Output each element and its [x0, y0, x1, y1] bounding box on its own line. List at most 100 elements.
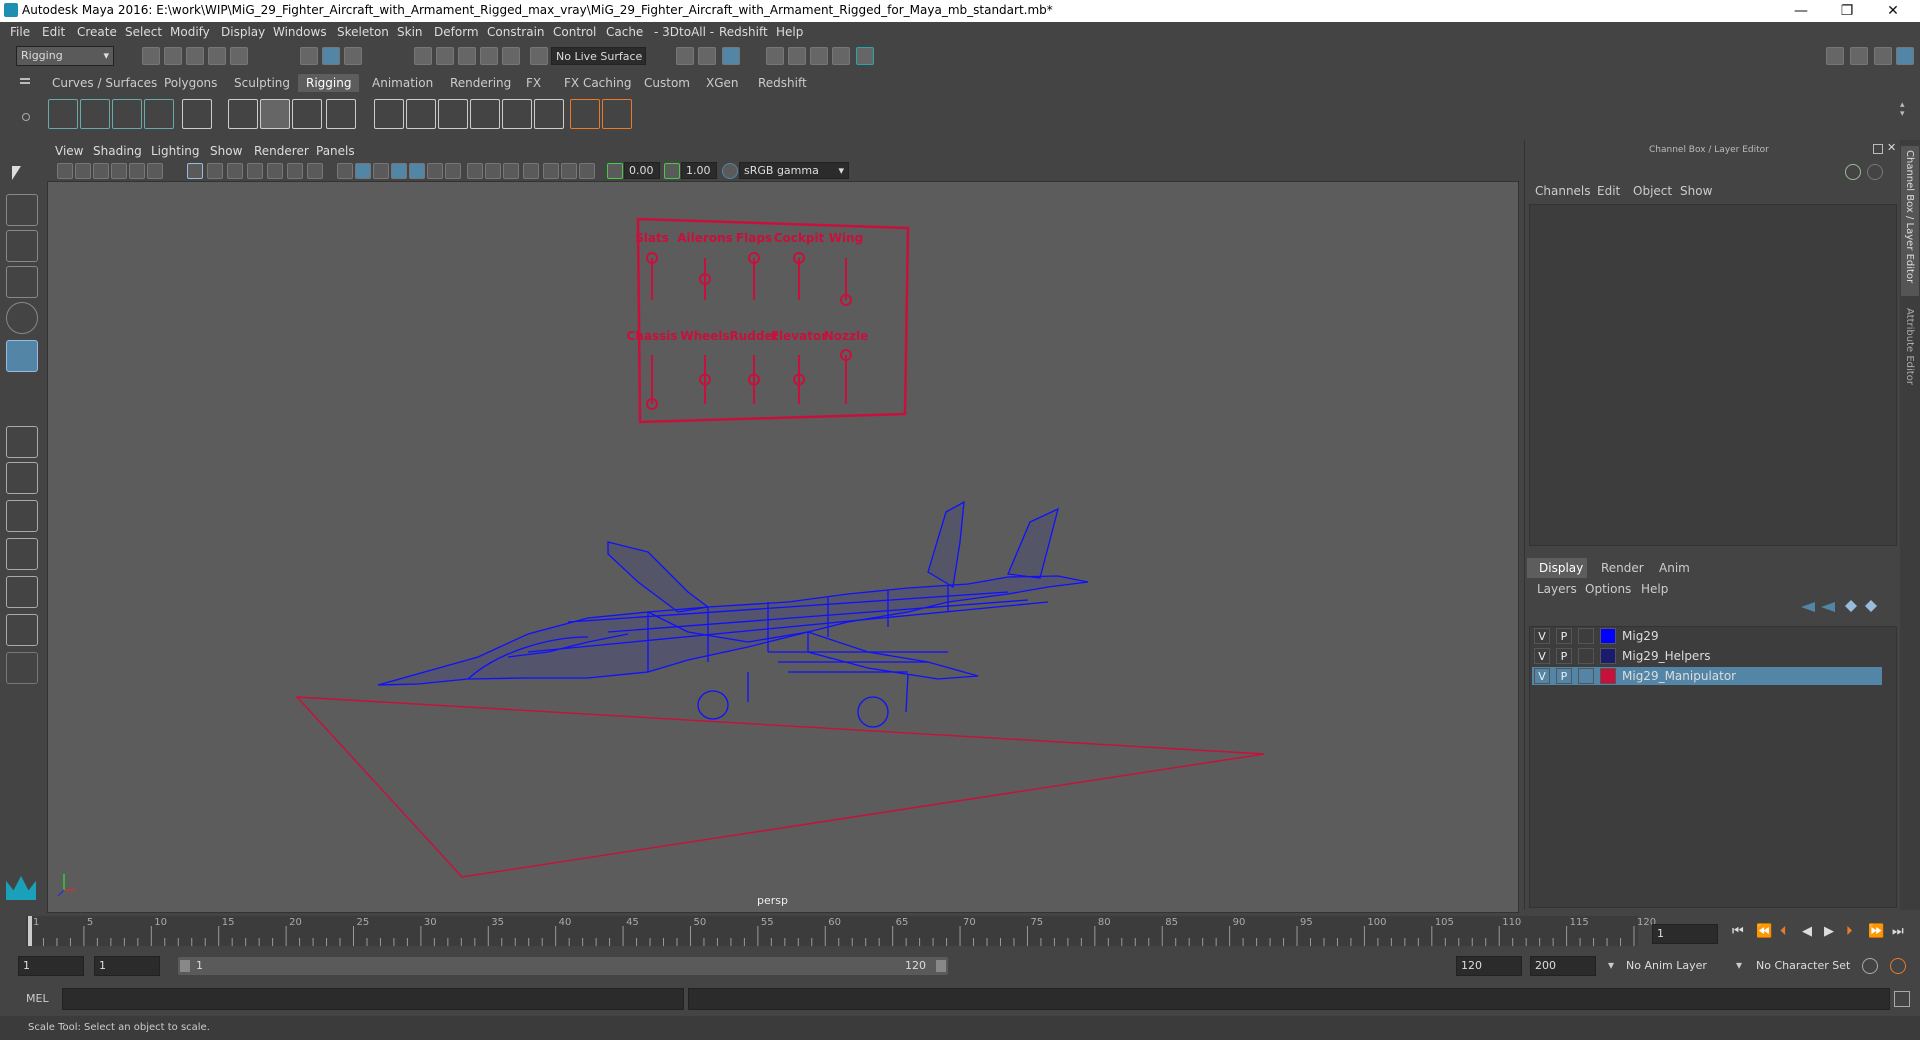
- film-gate-icon[interactable]: [207, 163, 223, 179]
- toggle-toolbox-icon[interactable]: [1874, 47, 1892, 65]
- side-tab-attribute-editor[interactable]: Attribute Editor: [1901, 304, 1919, 404]
- menu-edit[interactable]: Edit: [42, 25, 65, 39]
- use-all-lights-icon[interactable]: [427, 163, 443, 179]
- character-set-dropdown[interactable]: ▾ No Character Set: [1736, 956, 1878, 976]
- animation-end-field[interactable]: 200: [1530, 956, 1596, 976]
- shelf-tab-fx[interactable]: FX: [518, 74, 549, 92]
- scale-tool-icon[interactable]: [6, 340, 38, 372]
- screen-space-ao-icon[interactable]: [467, 163, 483, 179]
- layer-tab-display[interactable]: Display: [1527, 558, 1587, 578]
- humanik-icon[interactable]: [144, 99, 174, 129]
- move-layer-down-icon[interactable]: [1821, 602, 1835, 612]
- camera-attributes-icon[interactable]: [75, 163, 91, 179]
- isolate-select-icon[interactable]: [523, 163, 539, 179]
- channel-edit-menu[interactable]: Edit: [1597, 184, 1620, 198]
- range-slider-start-handle[interactable]: [180, 960, 190, 972]
- render-settings-icon[interactable]: [766, 47, 784, 65]
- four-view-layout-icon[interactable]: [6, 462, 38, 494]
- range-slider[interactable]: 1 120: [178, 957, 948, 975]
- rotate-tool-icon[interactable]: [6, 302, 38, 334]
- grid-toggle-icon[interactable]: [187, 163, 203, 179]
- toggle-channel-box-icon[interactable]: [1896, 47, 1914, 65]
- viewport-menu-panels[interactable]: Panels: [316, 144, 355, 158]
- menu-file[interactable]: File: [10, 25, 30, 39]
- step-forward-key-icon[interactable]: ⏵: [1846, 924, 1853, 939]
- layer-type-toggle[interactable]: [1578, 668, 1594, 684]
- uv-layout-icon[interactable]: [6, 614, 38, 646]
- cluster-icon[interactable]: [326, 99, 356, 129]
- redo-icon[interactable]: [230, 47, 248, 65]
- gamma-icon[interactable]: [664, 163, 680, 179]
- select-hierarchy-icon[interactable]: [300, 47, 318, 65]
- live-surface-field[interactable]: No Live Surface: [551, 47, 646, 65]
- snap-point-icon[interactable]: [458, 47, 476, 65]
- step-back-frame-icon[interactable]: ⏪: [1756, 924, 1772, 939]
- layer-tab-anim[interactable]: Anim: [1659, 561, 1690, 575]
- paint-select-icon[interactable]: [6, 230, 38, 262]
- shelf-tab-polygons[interactable]: Polygons: [156, 74, 225, 92]
- safe-action-icon[interactable]: [287, 163, 303, 179]
- quick-rig-icon[interactable]: [182, 99, 212, 129]
- shadows-icon[interactable]: [445, 163, 461, 179]
- layer-color-swatch[interactable]: [1600, 668, 1616, 684]
- close-panel-icon[interactable]: ✕: [1887, 141, 1896, 154]
- construction-history-icon[interactable]: [676, 47, 694, 65]
- shelf-tab-fx-caching[interactable]: FX Caching: [556, 74, 639, 92]
- step-forward-frame-icon[interactable]: ⏩: [1868, 924, 1884, 939]
- hypershade-layout-icon[interactable]: [6, 576, 38, 608]
- animation-start-field[interactable]: 1: [18, 956, 84, 976]
- shelf-tab-rendering[interactable]: Rendering: [442, 74, 519, 92]
- layer-options-menu[interactable]: Options: [1585, 582, 1631, 596]
- exposure-field[interactable]: 0.00: [624, 162, 660, 179]
- persp-graph-layout-icon[interactable]: [6, 538, 38, 570]
- layer-visibility-toggle[interactable]: V: [1534, 668, 1550, 684]
- shelf-tab-sculpting[interactable]: Sculpting: [226, 74, 298, 92]
- auto-key-icon[interactable]: [1862, 958, 1878, 974]
- manipulator-icon[interactable]: [1845, 164, 1861, 180]
- channel-box-area[interactable]: [1529, 204, 1897, 546]
- sculpt-deformer-icon[interactable]: [470, 99, 500, 129]
- layer-playback-toggle[interactable]: P: [1556, 668, 1572, 684]
- lattice-icon[interactable]: [292, 99, 322, 129]
- shelf-tab-xgen[interactable]: XGen: [698, 74, 747, 92]
- xray-icon[interactable]: [543, 163, 559, 179]
- shelf-tab-curves-surfaces[interactable]: Curves / Surfaces: [44, 74, 165, 92]
- menu-display[interactable]: Display: [221, 25, 265, 39]
- layer-row[interactable]: V P Mig29_Helpers: [1532, 647, 1882, 665]
- current-frame-field[interactable]: 1: [1652, 924, 1718, 944]
- wire-deformer-icon[interactable]: [438, 99, 468, 129]
- animation-preferences-icon[interactable]: [1890, 958, 1906, 974]
- grease-pencil-icon[interactable]: [147, 163, 163, 179]
- layer-visibility-toggle[interactable]: V: [1534, 628, 1550, 644]
- ik-handle-icon[interactable]: [80, 99, 110, 129]
- menu-set-dropdown[interactable]: Rigging ▾: [16, 46, 114, 66]
- shelf-scroll-icon[interactable]: ▴ ▾: [1900, 101, 1908, 129]
- perspective-viewport[interactable]: Slats Ailerons Flaps Cockpit Wing Chassis Whee…: [47, 181, 1519, 913]
- snap-curve-icon[interactable]: [436, 47, 454, 65]
- select-object-icon[interactable]: [322, 47, 340, 65]
- render-frame-icon[interactable]: [698, 47, 716, 65]
- joint-tool-icon[interactable]: [48, 99, 78, 129]
- wireframe-on-shaded-icon[interactable]: [373, 163, 389, 179]
- menu-constrain[interactable]: Constrain: [487, 25, 545, 39]
- ik-spline-icon[interactable]: [112, 99, 142, 129]
- snap-rotate-icon[interactable]: [530, 47, 548, 65]
- xray-components-icon[interactable]: [579, 163, 595, 179]
- safe-title-icon[interactable]: [307, 163, 323, 179]
- layer-playback-toggle[interactable]: P: [1556, 648, 1572, 664]
- new-empty-layer-icon[interactable]: [1845, 600, 1857, 612]
- move-layer-up-icon[interactable]: [1801, 602, 1815, 612]
- render-view-icon[interactable]: [810, 47, 828, 65]
- ipr-render-icon[interactable]: [722, 47, 740, 65]
- undo-icon[interactable]: [208, 47, 226, 65]
- menu-help[interactable]: Help: [776, 25, 803, 39]
- shelf-menu-icon[interactable]: [20, 78, 30, 80]
- viewport-menu-view[interactable]: View: [55, 144, 83, 158]
- shelf-settings-icon[interactable]: [22, 113, 30, 121]
- go-to-end-icon[interactable]: ⏭: [1892, 924, 1904, 939]
- snap-grid-icon[interactable]: [414, 47, 432, 65]
- play-forwards-icon[interactable]: ▶: [1824, 924, 1834, 939]
- anti-aliasing-icon[interactable]: [503, 163, 519, 179]
- layer-color-swatch[interactable]: [1600, 628, 1616, 644]
- select-component-icon[interactable]: [344, 47, 362, 65]
